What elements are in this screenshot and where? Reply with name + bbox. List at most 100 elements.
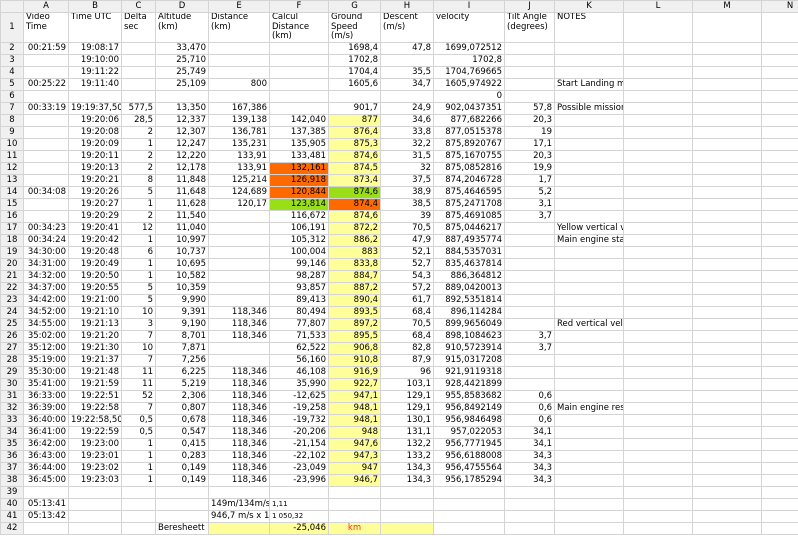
cell-i[interactable]: 928,4421899 (433, 377, 505, 391)
cell-i[interactable]: 877,682266 (433, 113, 505, 127)
cell-j[interactable]: 3,7 (504, 209, 555, 223)
cell-g[interactable] (328, 497, 381, 511)
cell-n[interactable] (761, 437, 798, 451)
cell-f[interactable]: 105,312 (269, 233, 329, 247)
cell-i[interactable]: 899,9656049 (433, 317, 505, 331)
cell-a[interactable] (23, 89, 69, 103)
row-header[interactable]: 18 (0, 233, 24, 247)
cell-m[interactable] (692, 425, 762, 439)
cell-e[interactable] (208, 245, 270, 259)
cell-n[interactable] (761, 233, 798, 247)
cell-d[interactable]: 10,997 (155, 233, 209, 247)
cell-b[interactable]: 19:20:13 (68, 161, 122, 175)
cell-a[interactable]: 35:12:00 (23, 341, 69, 355)
cell-e[interactable] (208, 293, 270, 307)
cell-b[interactable]: 19:21:30 (68, 341, 122, 355)
cell-j[interactable] (504, 233, 555, 247)
cell-k[interactable] (554, 389, 624, 403)
cell-l[interactable] (623, 245, 693, 259)
cell-d[interactable] (155, 509, 209, 523)
cell-a[interactable] (23, 161, 69, 175)
cell-d[interactable]: 12,178 (155, 161, 209, 175)
cell-j[interactable] (504, 281, 555, 295)
cell-h[interactable] (380, 497, 434, 511)
cell-k[interactable] (554, 185, 624, 199)
cell-g[interactable]: 874,6 (328, 185, 381, 199)
cell-k[interactable] (554, 269, 624, 283)
cell-l[interactable] (623, 12, 693, 43)
cell-a[interactable]: 00:34:08 (23, 185, 69, 199)
cell-k[interactable] (554, 149, 624, 163)
cell-i[interactable]: 956,6188008 (433, 449, 505, 463)
cell-a[interactable]: 34:37:00 (23, 281, 69, 295)
cell-h[interactable]: 68,4 (380, 329, 434, 343)
cell-j[interactable] (504, 257, 555, 271)
cell-g[interactable]: 1605,6 (328, 77, 381, 91)
cell-n[interactable] (761, 89, 798, 103)
cell-m[interactable] (692, 281, 762, 295)
cell-n[interactable] (761, 257, 798, 271)
cell-c[interactable]: 1 (121, 137, 156, 151)
cell-d[interactable]: 6,225 (155, 365, 209, 379)
cell-g[interactable]: 895,5 (328, 329, 381, 343)
cell-m[interactable] (692, 12, 762, 43)
cell-n[interactable] (761, 365, 798, 379)
cell-g[interactable]: 873,4 (328, 173, 381, 187)
cell-d[interactable]: 10,737 (155, 245, 209, 259)
cell-a[interactable]: 00:34:24 (23, 233, 69, 247)
cell-c[interactable]: 5 (121, 281, 156, 295)
cell-h[interactable]: 70,5 (380, 221, 434, 235)
cell-e[interactable]: 167,386 (208, 101, 270, 115)
cell-d[interactable]: 10,582 (155, 269, 209, 283)
cell-d[interactable] (155, 497, 209, 511)
cell-g[interactable]: 947,3 (328, 449, 381, 463)
cell-j[interactable]: 19,9 (504, 161, 555, 175)
row-header[interactable]: 38 (0, 473, 24, 487)
cell-j[interactable]: 34,1 (504, 425, 555, 439)
cell-m[interactable] (692, 257, 762, 271)
cell-i[interactable]: 898,1084623 (433, 329, 505, 343)
cell-f[interactable] (269, 77, 329, 91)
cell-n[interactable] (761, 149, 798, 163)
cell-d[interactable]: 25,749 (155, 65, 209, 79)
cell-n[interactable] (761, 497, 798, 511)
cell-i[interactable]: 875,1670755 (433, 149, 505, 163)
cell-d[interactable] (155, 89, 209, 103)
cell-m[interactable] (692, 209, 762, 223)
cell-n[interactable] (761, 161, 798, 175)
cell-f[interactable] (269, 101, 329, 115)
cell-d[interactable]: 0,149 (155, 473, 209, 487)
cell-f[interactable]: 1 050,32 (269, 509, 329, 523)
cell-a[interactable]: 36:33:00 (23, 389, 69, 403)
cell-e[interactable]: 133,91 (208, 161, 270, 175)
cell-n[interactable] (761, 341, 798, 355)
cell-c[interactable]: 2 (121, 161, 156, 175)
cell-a[interactable]: 36:44:00 (23, 461, 69, 475)
cell-c[interactable]: 1 (121, 233, 156, 247)
cell-g[interactable]: 883 (328, 245, 381, 259)
cell-g[interactable]: 875,3 (328, 137, 381, 151)
cell-k[interactable] (554, 365, 624, 379)
cell-h[interactable]: 132,2 (380, 437, 434, 451)
cell-c[interactable] (121, 485, 156, 499)
cell-j[interactable] (504, 245, 555, 259)
cell-c[interactable]: 2 (121, 149, 156, 163)
cell-f[interactable]: 137,385 (269, 125, 329, 139)
cell-l[interactable] (623, 101, 693, 115)
row-header[interactable]: 37 (0, 461, 24, 475)
cell-n[interactable] (761, 245, 798, 259)
cell-b[interactable]: 19:21:48 (68, 365, 122, 379)
cell-k[interactable] (554, 377, 624, 391)
cell-e[interactable]: 118,346 (208, 461, 270, 475)
cell-f[interactable]: 46,108 (269, 365, 329, 379)
cell-h[interactable]: 57,2 (380, 281, 434, 295)
cell-e[interactable]: 125,214 (208, 173, 270, 187)
cell-b[interactable]: 19:20:48 (68, 245, 122, 259)
cell-b[interactable]: 19:20:26 (68, 185, 122, 199)
cell-n[interactable] (761, 77, 798, 91)
cell-a[interactable]: 36:43:00 (23, 449, 69, 463)
cell-d[interactable]: 25,109 (155, 77, 209, 91)
cell-c[interactable]: 1 (121, 437, 156, 451)
cell-l[interactable] (623, 257, 693, 271)
cell-b[interactable]: 19:23:00 (68, 437, 122, 451)
